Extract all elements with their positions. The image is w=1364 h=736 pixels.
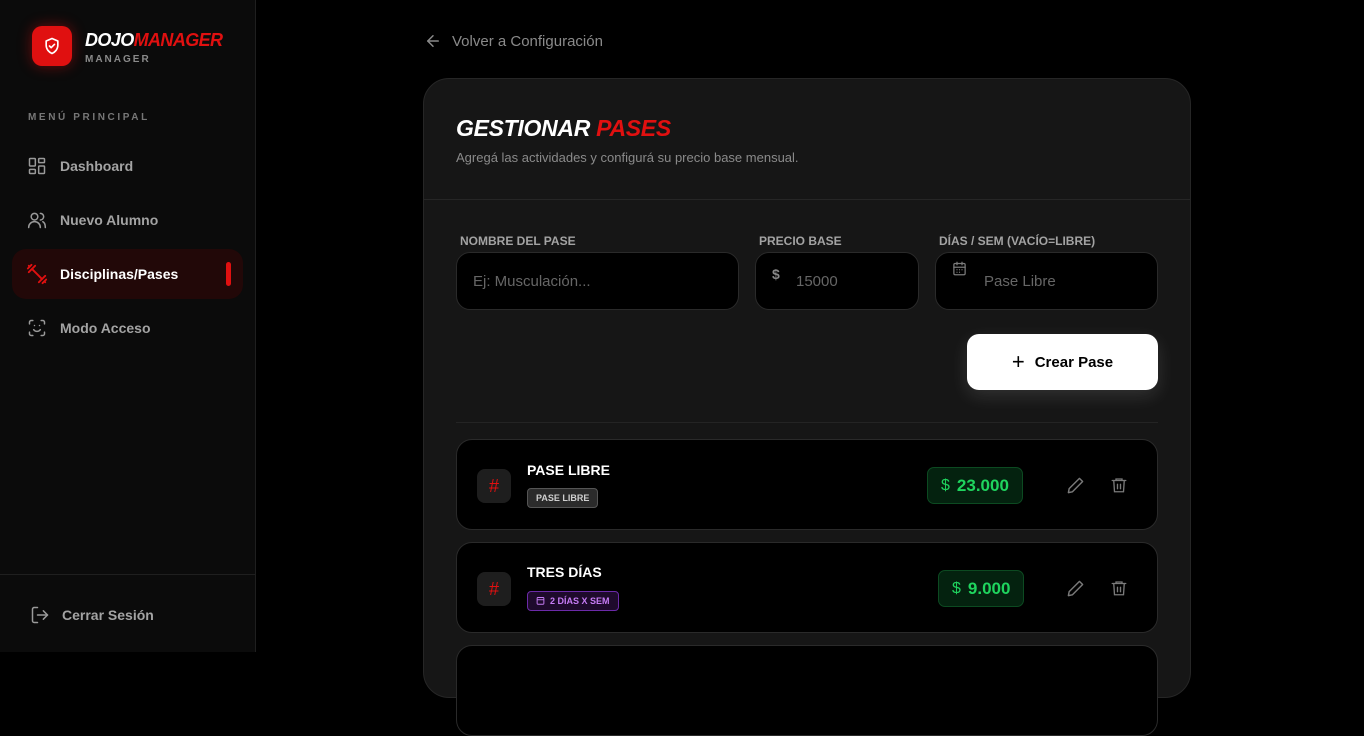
base-price-label: PRECIO BASE [759,234,842,248]
plus-icon: + [1011,349,1025,374]
sidebar-item-dashboard[interactable]: Dashboard [12,141,243,191]
pass-type-badge: PASE LIBRE [527,488,599,508]
back-link[interactable]: Volver a Configuración [424,32,603,50]
base-price-input[interactable] [756,253,918,309]
sidebar-item-modo-acceso[interactable]: Modo Acceso [12,303,243,353]
arrow-left-icon [427,35,439,47]
days-per-week-field [935,252,1158,310]
delete-pass-button[interactable] [1108,474,1130,496]
hash-icon: # [477,572,511,606]
pass-row [456,645,1158,736]
brand[interactable]: DOJOMANAGER MANAGER [32,26,223,66]
card-header: GESTIONAR PASES Agregá las actividades y… [424,79,1190,200]
calendar-icon [952,261,967,281]
shield-logo-icon [32,26,72,66]
dumbbell-icon [26,263,48,285]
page-title: GESTIONAR PASES [456,115,671,141]
hash-icon: # [477,469,511,503]
sidebar-item-disciplinas-pases[interactable]: Disciplinas/Pases [12,249,243,299]
calendar-icon [536,596,545,607]
pass-name: TRES DÍAS [527,564,602,580]
currency-symbol: $ [772,266,780,282]
brand-name: DOJOMANAGER [85,30,223,50]
pass-days-badge: 2 DÍAS X SEM [527,591,619,611]
pass-row: # PASE LIBRE PASE LIBRE $23.000 [456,439,1158,530]
sidebar-item-label: Nuevo Alumno [60,212,159,228]
base-price-field: $ [755,252,919,310]
passes-card: GESTIONAR PASES Agregá las actividades y… [423,78,1191,736]
brand-subtitle: MANAGER [85,54,151,65]
days-per-week-label: DÍAS / SEM (VACÍO=LIBRE) [939,234,1096,248]
pencil-icon [1067,580,1083,596]
back-link-label: Volver a Configuración [452,32,603,50]
create-pass-button[interactable]: + Crear Pase [967,334,1158,390]
face-scan-icon [26,317,48,339]
active-indicator [226,262,231,286]
users-icon [26,209,48,231]
scrollbar[interactable] [1356,0,1364,514]
sidebar-item-label: Disciplinas/Pases [60,266,179,282]
delete-pass-button[interactable] [1108,577,1130,599]
sidebar-item-nuevo-alumno[interactable]: Nuevo Alumno [12,195,243,245]
logout-button[interactable]: Cerrar Sesión [30,605,154,625]
sidebar-footer: Cerrar Sesión [0,574,255,652]
pass-row: # TRES DÍAS 2 DÍAS X SEM $9.000 [456,542,1158,633]
sidebar-item-label: Modo Acceso [60,320,151,336]
logout-icon [31,606,49,624]
sidebar: DOJOMANAGER MANAGER MENÚ PRINCIPAL Dashb… [0,0,256,652]
create-pass-label: Crear Pase [1034,353,1114,371]
pass-name-label: NOMBRE DEL PASE [460,234,576,248]
pass-price-badge: $9.000 [938,570,1025,607]
edit-pass-button[interactable] [1064,577,1086,599]
sidebar-item-label: Dashboard [60,158,134,174]
logout-label: Cerrar Sesión [62,607,154,623]
page-subtitle: Agregá las actividades y configurá su pr… [456,150,799,165]
trash-icon [1111,478,1127,493]
pass-name-field [456,252,739,310]
divider [456,422,1158,423]
pass-price-badge: $23.000 [927,467,1023,504]
menu-section-title: MENÚ PRINCIPAL [28,112,150,123]
dashboard-icon [26,155,48,177]
pass-name-input[interactable] [473,253,738,309]
edit-pass-button[interactable] [1064,474,1086,496]
pass-name: PASE LIBRE [527,462,610,478]
days-per-week-input[interactable] [936,253,1157,309]
pencil-icon [1067,477,1083,493]
trash-icon [1111,581,1127,596]
